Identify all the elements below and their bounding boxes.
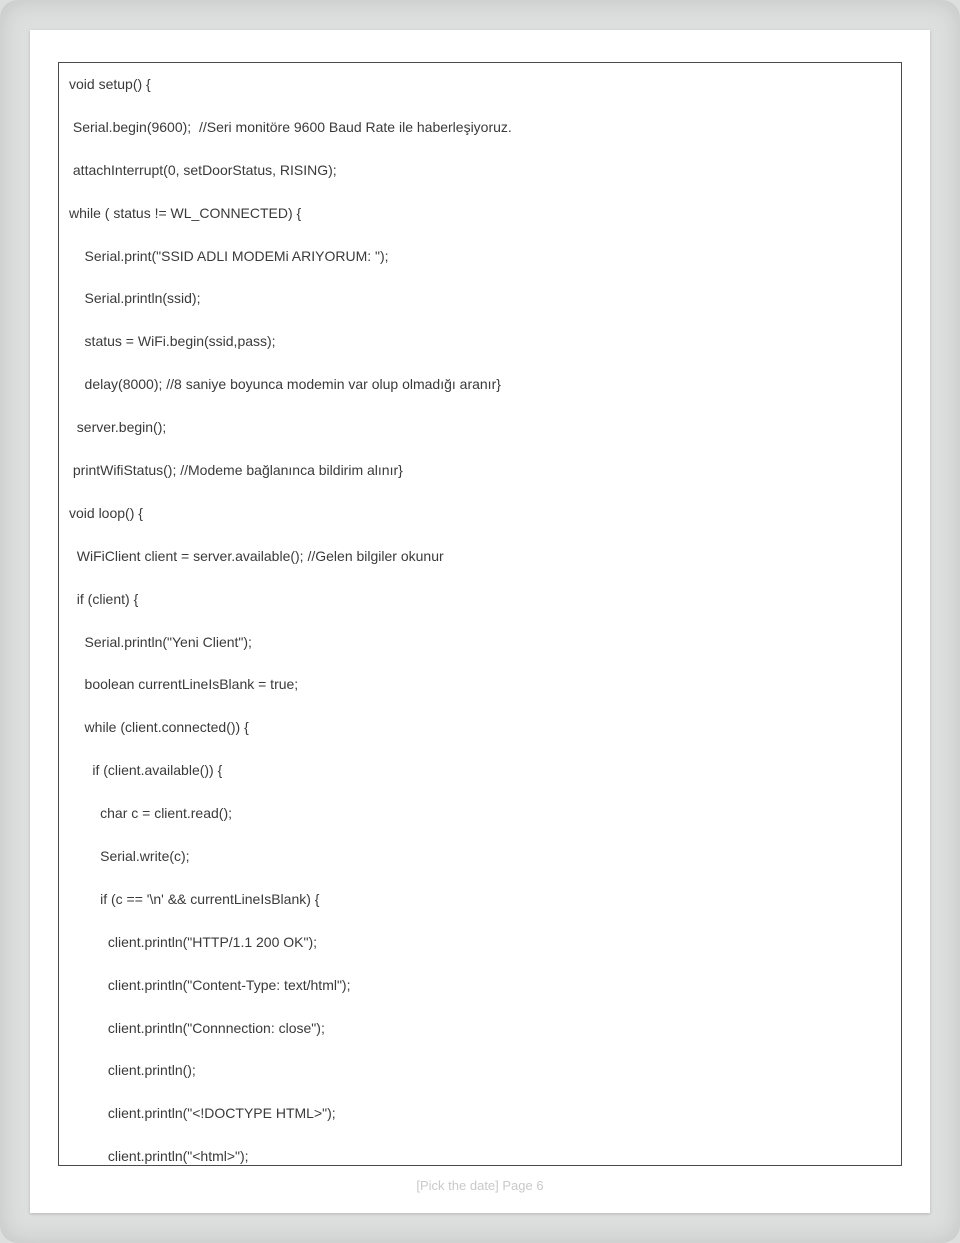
page: void setup() { Serial.begin(9600); //Ser… — [30, 30, 930, 1213]
code-line: boolean currentLineIsBlank = true; — [69, 675, 891, 694]
code-line: client.println("Content-Type: text/html"… — [69, 976, 891, 995]
code-line: if (c == '\n' && currentLineIsBlank) { — [69, 890, 891, 909]
code-line: Serial.println(ssid); — [69, 289, 891, 308]
code-line: attachInterrupt(0, setDoorStatus, RISING… — [69, 161, 891, 180]
code-line: printWifiStatus(); //Modeme bağlanınca b… — [69, 461, 891, 480]
code-line: client.println("HTTP/1.1 200 OK"); — [69, 933, 891, 952]
code-line: while ( status != WL_CONNECTED) { — [69, 204, 891, 223]
code-line: Serial.begin(9600); //Seri monitöre 9600… — [69, 118, 891, 137]
code-line: client.println("<html>"); — [69, 1147, 891, 1166]
code-line: if (client) { — [69, 590, 891, 609]
code-line: client.println(); — [69, 1061, 891, 1080]
code-line: status = WiFi.begin(ssid,pass); — [69, 332, 891, 351]
code-line: server.begin(); — [69, 418, 891, 437]
code-line: client.println("<!DOCTYPE HTML>"); — [69, 1104, 891, 1123]
code-line: char c = client.read(); — [69, 804, 891, 823]
code-line: client.println("Connnection: close"); — [69, 1019, 891, 1038]
page-footer: [Pick the date] Page 6 — [58, 1166, 902, 1193]
code-line: delay(8000); //8 saniye boyunca modemin … — [69, 375, 891, 394]
outer-frame: void setup() { Serial.begin(9600); //Ser… — [0, 0, 960, 1243]
code-line: void setup() { — [69, 75, 891, 94]
code-box: void setup() { Serial.begin(9600); //Ser… — [58, 62, 902, 1166]
code-line: WiFiClient client = server.available(); … — [69, 547, 891, 566]
code-line: void loop() { — [69, 504, 891, 523]
code-line: Serial.write(c); — [69, 847, 891, 866]
code-line: while (client.connected()) { — [69, 718, 891, 737]
code-line: if (client.available()) { — [69, 761, 891, 780]
code-line: Serial.println("Yeni Client"); — [69, 633, 891, 652]
code-line: Serial.print("SSID ADLI MODEMi ARIYORUM:… — [69, 247, 891, 266]
